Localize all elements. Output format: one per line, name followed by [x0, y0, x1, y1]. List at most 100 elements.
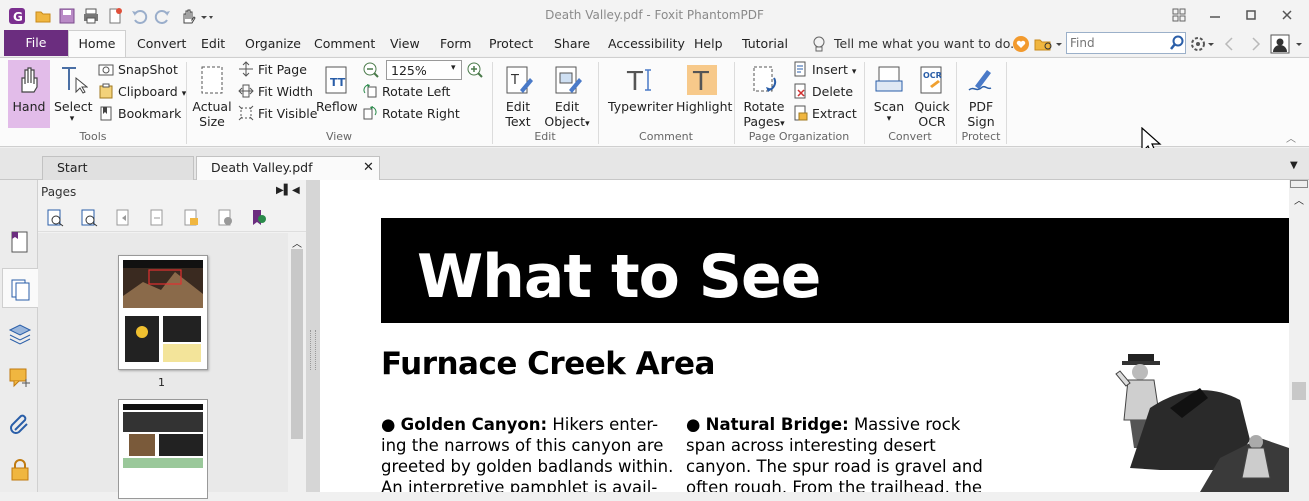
zoom-in-page-icon[interactable]: [46, 209, 64, 230]
scroll-up-icon[interactable]: ︿: [1294, 192, 1304, 207]
expand-panel-icon[interactable]: ▶▌: [276, 185, 291, 196]
tab-start[interactable]: Start: [42, 156, 194, 180]
fit-width-button[interactable]: Fit Width: [238, 82, 313, 102]
next-icon[interactable]: [1249, 35, 1263, 56]
page-1-preview: [123, 260, 203, 364]
thumbnails-scroll-thumb[interactable]: [291, 249, 303, 439]
tab-list-dropdown-icon[interactable]: ▼: [1290, 160, 1298, 171]
extract-label: Extract: [812, 106, 857, 121]
find-input[interactable]: [1070, 35, 1168, 51]
tab-organize[interactable]: Organize: [245, 32, 301, 56]
ribbon: Hand Select ▾ SnapShot Clipboard ▾ Bookma…: [0, 57, 1309, 156]
document-view[interactable]: What to See Furnace Creek Area ● Golden …: [320, 180, 1289, 492]
fit-page-button[interactable]: Fit Page: [238, 60, 307, 80]
collapse-ribbon-icon[interactable]: ︿: [1286, 130, 1296, 145]
zoom-select[interactable]: 125% ▾: [386, 60, 462, 80]
window-title: Death Valley.pdf - Foxit PhantomPDF: [545, 8, 764, 22]
insert-button[interactable]: Insert ▾: [792, 60, 856, 80]
rotate-pages-button[interactable]: Rotate Pages▾: [742, 60, 786, 132]
delete-label: Delete: [812, 84, 854, 99]
tab-protect[interactable]: Protect: [489, 32, 533, 56]
comments-icon[interactable]: [8, 366, 32, 390]
tab-home[interactable]: Home: [68, 30, 126, 58]
collapse-panel-icon[interactable]: ◀: [292, 185, 300, 196]
extract-page-icon[interactable]: [182, 209, 200, 230]
edit-text-button[interactable]: T Edit Text: [498, 60, 538, 129]
page-thumbnails-tab[interactable]: [2, 268, 38, 308]
tab-accessibility[interactable]: Accessibility: [608, 32, 685, 56]
document-scroll-thumb[interactable]: [1292, 382, 1306, 400]
highlight-label: Highlight: [676, 99, 733, 114]
reflow-button[interactable]: TT Reflow: [316, 60, 358, 114]
quick-ocr-button[interactable]: OCR Quick OCR: [912, 60, 952, 129]
extract-page-icon: [792, 105, 808, 121]
tab-edit[interactable]: Edit: [201, 32, 225, 56]
comment-group-label: Comment: [639, 130, 693, 143]
clipboard-button[interactable]: Clipboard ▾: [98, 82, 186, 102]
split-view-handle[interactable]: [1290, 180, 1308, 188]
document-scrollbar[interactable]: ︿: [1289, 180, 1309, 492]
tab-view[interactable]: View: [390, 32, 420, 56]
extract-button[interactable]: Extract: [792, 104, 857, 124]
zoom-out-page-icon[interactable]: [80, 209, 98, 230]
highlight-button[interactable]: T Highlight: [676, 60, 732, 114]
close-icon[interactable]: [1272, 4, 1302, 26]
tab-death-valley-label: Death Valley.pdf: [211, 160, 313, 175]
attachments-icon[interactable]: [8, 412, 32, 436]
zoom-in-icon[interactable]: [466, 61, 484, 82]
rotate-right-icon: [362, 105, 378, 121]
tell-me-search[interactable]: Tell me what you want to do..: [834, 32, 1018, 56]
ribbon-display-options-icon[interactable]: [1164, 4, 1194, 26]
security-lock-icon[interactable]: [8, 458, 32, 482]
delete-page-icon[interactable]: [216, 209, 234, 230]
rotate-right-button[interactable]: Rotate Right: [362, 104, 460, 124]
file-menu-button[interactable]: File: [4, 30, 68, 56]
find-box[interactable]: [1066, 32, 1186, 54]
select-dropdown-icon: ▾: [69, 114, 75, 124]
actual-size-button[interactable]: Actual Size: [192, 60, 232, 129]
thumbnails-scrollbar[interactable]: ︿: [288, 233, 306, 492]
page-1-thumbnail[interactable]: [118, 255, 208, 370]
fit-visible-button[interactable]: Fit Visible: [238, 104, 317, 124]
rotate-left-button[interactable]: Rotate Left: [362, 82, 450, 102]
settings-gear-icon[interactable]: [1190, 35, 1218, 56]
pages-icon[interactable]: [8, 230, 32, 254]
bullet-icon: ●: [686, 415, 706, 434]
tab-convert[interactable]: Convert: [137, 32, 186, 56]
minimize-icon[interactable]: [1200, 4, 1230, 26]
bookmark-button[interactable]: Bookmark: [98, 104, 181, 124]
page-2-thumbnail[interactable]: [118, 399, 208, 499]
replace-page-icon[interactable]: [148, 209, 166, 230]
tab-form[interactable]: Form: [440, 32, 472, 56]
insert-page-icon[interactable]: [114, 209, 132, 230]
heart-badge-icon[interactable]: [1012, 35, 1030, 56]
tab-comment[interactable]: Comment: [314, 32, 375, 56]
page-properties-icon[interactable]: [250, 209, 268, 230]
previous-icon[interactable]: [1222, 35, 1236, 56]
snapshot-button[interactable]: SnapShot: [98, 60, 178, 80]
close-tab-icon[interactable]: ✕: [363, 157, 374, 179]
text-line: An interpretive pamphlet is avail-: [381, 478, 658, 492]
scan-button[interactable]: Scan ▾: [870, 60, 908, 124]
user-account-icon[interactable]: [1270, 34, 1306, 57]
search-icon[interactable]: [1169, 35, 1185, 54]
maximize-icon[interactable]: [1236, 4, 1266, 26]
folder-search-icon[interactable]: [1034, 35, 1064, 56]
typewriter-button[interactable]: T Typewriter: [608, 60, 673, 114]
tab-tutorial[interactable]: Tutorial: [742, 32, 788, 56]
zoom-out-icon[interactable]: [362, 61, 380, 82]
layers-icon[interactable]: [8, 322, 32, 346]
edit-object-button[interactable]: Edit Object▾: [542, 60, 592, 132]
tab-help[interactable]: Help: [694, 32, 723, 56]
edit-group-label: Edit: [534, 130, 556, 143]
delete-button[interactable]: Delete: [792, 82, 853, 102]
scroll-up-icon[interactable]: ︿: [292, 235, 302, 250]
rotate-left-label: Rotate Left: [382, 84, 451, 99]
rotate-left-icon: [362, 83, 378, 99]
pdf-sign-button[interactable]: PDF Sign: [962, 60, 1000, 129]
tab-death-valley[interactable]: Death Valley.pdf ✕: [196, 156, 380, 181]
hand-tool-button[interactable]: Hand: [8, 60, 50, 128]
panel-splitter[interactable]: [306, 180, 320, 492]
select-tool-button[interactable]: Select ▾: [54, 60, 93, 124]
tab-share[interactable]: Share: [554, 32, 590, 56]
